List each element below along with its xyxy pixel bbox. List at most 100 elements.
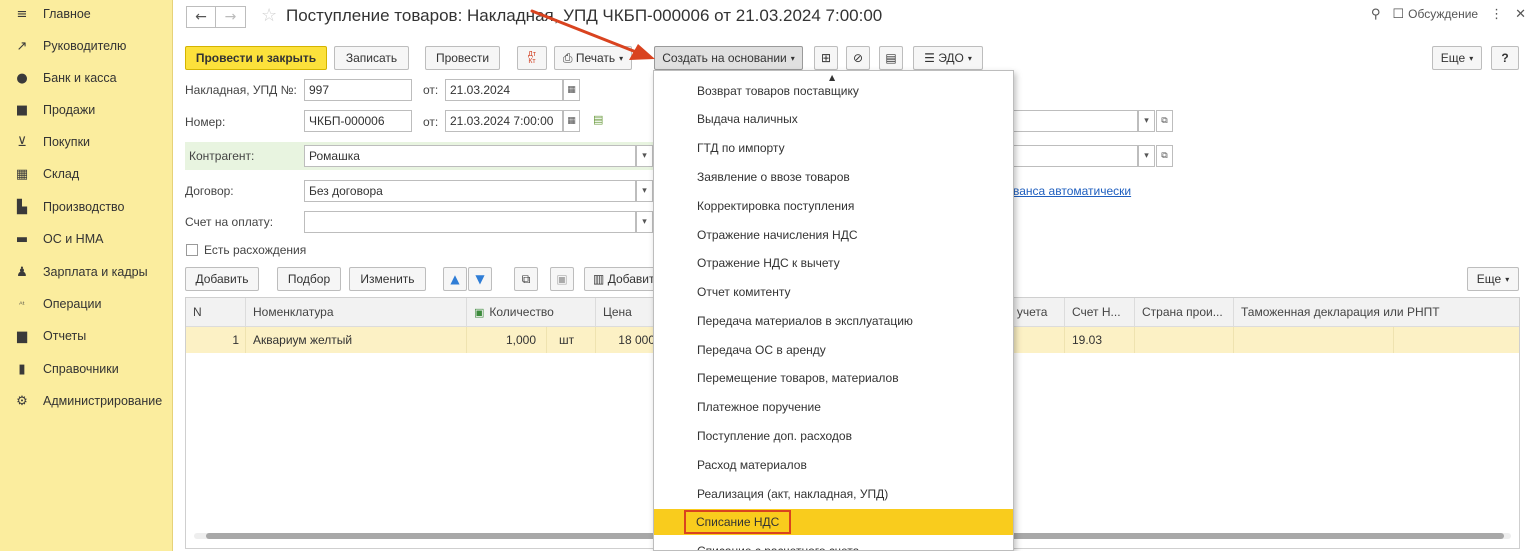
sidebar-item-bank[interactable]: ● Банк и касса (0, 64, 173, 92)
add-row-button[interactable]: Добавить (185, 267, 259, 291)
attach-button[interactable]: ⊘ (846, 46, 870, 70)
pick-button[interactable]: Подбор (277, 267, 341, 291)
invoice-number-field[interactable]: 997 (304, 79, 412, 101)
calendar-icon[interactable]: ▦ (563, 79, 580, 101)
copy-button[interactable]: ⧉ (514, 267, 538, 291)
sidebar-item-production[interactable]: ▙ Производство (0, 193, 173, 221)
column-header-vat-account[interactable]: Счет Н... (1065, 298, 1135, 327)
column-header-n[interactable]: N (186, 298, 246, 327)
close-icon[interactable]: ✕ (1515, 7, 1526, 22)
chevron-down-icon[interactable]: ▾ (1138, 110, 1155, 132)
invoice-date-field[interactable]: 21.03.2024 (445, 79, 563, 101)
document-status-icon[interactable]: ▤ (593, 113, 603, 126)
payment-invoice-label: Счет на оплату: (185, 215, 274, 229)
menu-item[interactable]: Реализация (акт, накладная, УПД) (654, 481, 1013, 507)
menu-item[interactable]: Выдача наличных (654, 106, 1013, 132)
add-barcode-button[interactable]: ▥ Добавит (584, 267, 664, 291)
post-and-close-button[interactable]: Провести и закрыть (185, 46, 327, 70)
chevron-down-icon[interactable]: ▾ (636, 211, 653, 233)
header-actions: ⚲ ☐ Обсуждение ⋮ ✕ (1371, 7, 1526, 22)
open-icon[interactable]: ⧉ (1156, 110, 1173, 132)
column-header-country[interactable]: Страна прои... (1135, 298, 1234, 327)
menu-item[interactable]: Расход материалов (654, 452, 1013, 478)
favorite-star-icon[interactable]: ☆ (261, 5, 277, 26)
barcode-icon: ▥ (593, 272, 605, 286)
more-menu-icon[interactable]: ⋮ (1490, 7, 1503, 22)
print-label: Печать (575, 51, 616, 65)
advance-offset-link[interactable]: ванса автоматически (1013, 184, 1131, 198)
sidebar-item-sales[interactable]: ■ Продажи (0, 96, 173, 124)
chevron-down-icon[interactable]: ▾ (636, 180, 653, 202)
contract-field[interactable]: Без договора (304, 180, 636, 202)
back-button[interactable]: ← (186, 6, 216, 28)
structure-button[interactable]: ⊞ (814, 46, 838, 70)
open-icon[interactable]: ⧉ (1156, 145, 1173, 167)
more-button[interactable]: Еще ▾ (1432, 46, 1482, 70)
save-button[interactable]: Записать (334, 46, 409, 70)
table-more-button[interactable]: Еще ▾ (1467, 267, 1519, 291)
chevron-down-icon[interactable]: ▾ (636, 145, 653, 167)
menu-item[interactable]: Перемещение товаров, материалов (654, 365, 1013, 391)
dt-kt-icon: ᴬᵗ (19, 299, 25, 309)
document-button[interactable]: ▤ (879, 46, 903, 70)
sidebar-item-label: Справочники (43, 362, 119, 376)
menu-item[interactable]: Передача материалов в эксплуатацию (654, 308, 1013, 334)
sidebar-item-fixed-assets[interactable]: ▬ ОС и НМА (0, 225, 173, 253)
paste-button[interactable]: ▣ (550, 267, 574, 291)
column-header-price[interactable]: Цена (596, 298, 656, 327)
sidebar-item-manager[interactable]: ↗ Руководителю (0, 32, 173, 60)
sidebar-item-main[interactable]: ≡ Главное (0, 0, 173, 28)
organization-field[interactable] (1000, 145, 1138, 167)
column-header-customs[interactable]: Таможенная декларация или РНПТ (1234, 298, 1519, 327)
move-up-button[interactable]: ▲ (443, 267, 467, 291)
add-barcode-label: Добавит (607, 272, 655, 286)
menu-item[interactable]: Отражение НДС к вычету (654, 250, 1013, 276)
sidebar-item-label: Отчеты (43, 329, 87, 343)
menu-item[interactable]: Возврат товаров поставщику (654, 78, 1013, 104)
chevron-down-icon[interactable]: ▾ (1138, 145, 1155, 167)
sidebar-item-purchases[interactable]: ⊻ Покупки (0, 128, 173, 156)
warehouse-field[interactable] (1000, 110, 1138, 132)
number-date-field[interactable]: 21.03.2024 7:00:00 (445, 110, 563, 132)
discrepancies-checkbox[interactable] (186, 244, 198, 256)
create-based-on-button[interactable]: Создать на основании ▾ (654, 46, 803, 70)
menu-item[interactable]: Поступление доп. расходов (654, 423, 1013, 449)
menu-item[interactable]: Передача ОС в аренду (654, 337, 1013, 363)
sidebar-item-admin[interactable]: ⚙ Администрирование (0, 387, 173, 415)
edo-button[interactable]: ☰ ЭДО ▾ (913, 46, 983, 70)
discrepancies-checkbox-row[interactable]: Есть расхождения (186, 243, 306, 257)
sidebar-item-salary[interactable]: ♟ Зарплата и кадры (0, 258, 173, 286)
menu-item-selected[interactable]: Списание НДС (654, 509, 1013, 535)
chat-icon: ☐ (1392, 7, 1405, 22)
change-button[interactable]: Изменить (349, 267, 426, 291)
menu-item[interactable]: Заявление о ввозе товаров (654, 164, 1013, 190)
cell-country (1135, 327, 1234, 353)
payment-invoice-field[interactable] (304, 211, 636, 233)
print-button[interactable]: ⎙ Печать ▾ (554, 46, 632, 70)
discussion-button[interactable]: ☐ Обсуждение (1392, 7, 1478, 22)
column-header-item[interactable]: Номенклатура (246, 298, 467, 327)
sidebar-item-reports[interactable]: ▆ Отчеты (0, 322, 173, 350)
sidebar-item-operations[interactable]: ᴬᵗ Операции (0, 290, 173, 318)
help-button[interactable]: ? (1491, 46, 1519, 70)
page-title: Поступление товаров: Накладная, УПД ЧКБП… (286, 6, 883, 25)
counterparty-field[interactable]: Ромашка (304, 145, 636, 167)
post-button[interactable]: Провести (425, 46, 500, 70)
link-icon[interactable]: ⚲ (1371, 7, 1381, 22)
calendar-icon[interactable]: ▦ (563, 110, 580, 132)
menu-item[interactable]: ГТД по импорту (654, 135, 1013, 161)
menu-item[interactable]: Списание с расчетного счета (654, 538, 1013, 550)
column-header-quantity[interactable]: ▣ Количество (467, 298, 596, 327)
trend-icon: ↗ (16, 38, 28, 54)
menu-item[interactable]: Платежное поручение (654, 394, 1013, 420)
menu-item[interactable]: Отчет комитенту (654, 279, 1013, 305)
cell-price: 18 000 (596, 327, 656, 353)
menu-item[interactable]: Корректировка поступления (654, 193, 1013, 219)
sidebar-item-directories[interactable]: ▮ Справочники (0, 355, 173, 383)
forward-button[interactable]: → (216, 6, 246, 28)
sidebar-item-warehouse[interactable]: ▦ Склад (0, 160, 173, 188)
number-field[interactable]: ЧКБП-000006 (304, 110, 412, 132)
move-down-button[interactable]: ▼ (468, 267, 492, 291)
dt-kt-button[interactable]: Дт Кт (517, 46, 547, 70)
menu-item[interactable]: Отражение начисления НДС (654, 222, 1013, 248)
